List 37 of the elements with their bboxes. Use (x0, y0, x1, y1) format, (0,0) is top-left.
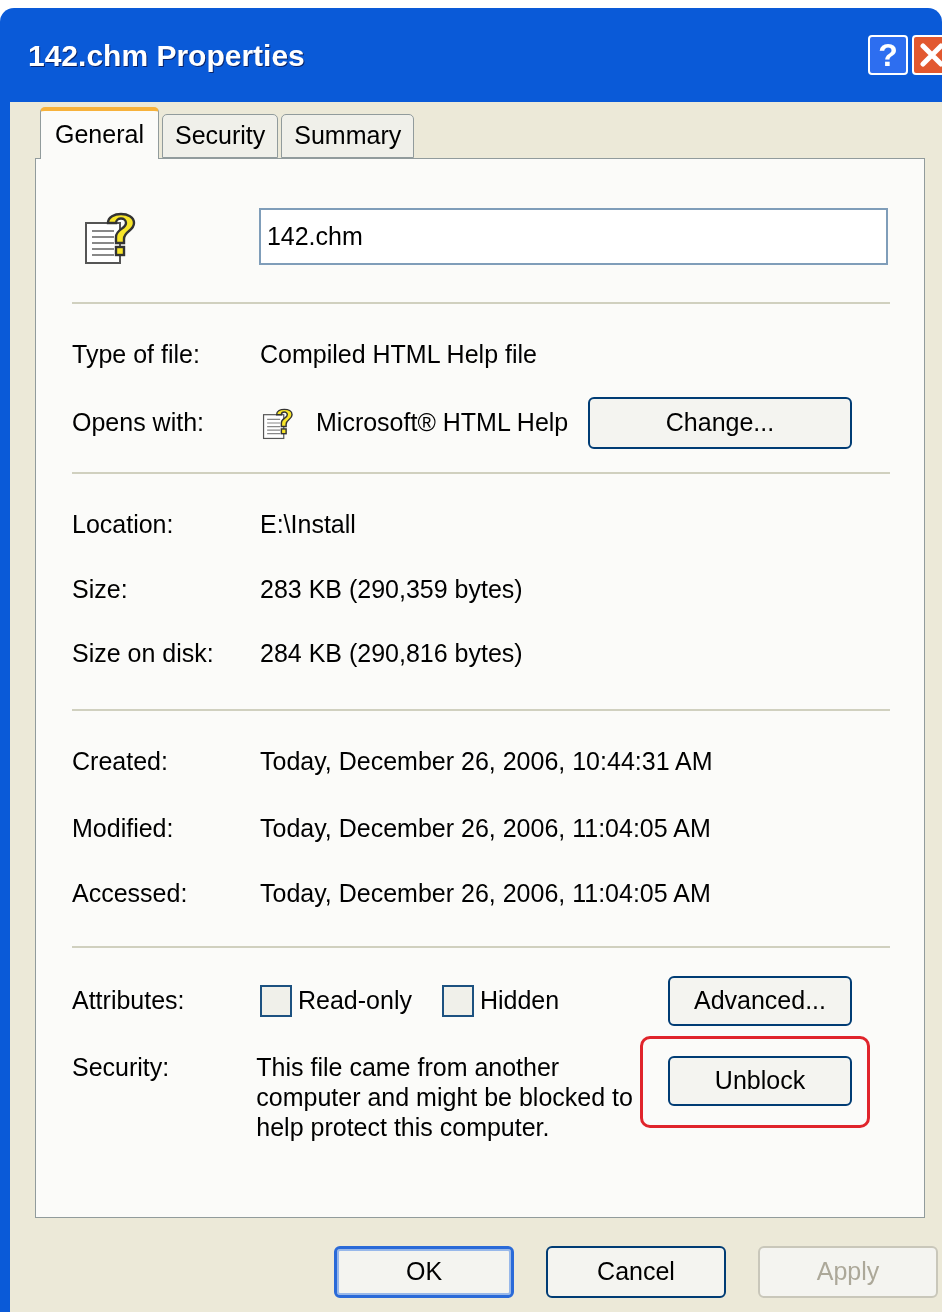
tab[interactable]: Summary (281, 114, 415, 158)
close-icon (919, 42, 942, 68)
field-label: Size on disk: (72, 638, 215, 670)
advanced-button[interactable]: Advanced... (668, 976, 852, 1026)
field-value: Compiled HTML Help file (260, 339, 537, 371)
close-button[interactable] (912, 35, 942, 75)
field-label: Created: (72, 746, 169, 778)
checkbox-label: Hidden (479, 985, 560, 1017)
tab[interactable]: General (40, 107, 159, 159)
checkbox-label: Read-only (298, 985, 412, 1017)
field-label: Modified: (72, 813, 175, 845)
field-value: Microsoft® HTML Help (316, 407, 569, 439)
file-name-field[interactable]: 142.chm (258, 208, 888, 265)
change-button[interactable]: Change... (588, 397, 852, 449)
field-value: 283 KB (290,359 bytes) (260, 574, 523, 606)
field-label: Attributes: (72, 985, 186, 1017)
field-label: Security: (72, 1052, 171, 1082)
field-label: Type of file: (72, 339, 201, 371)
checkbox[interactable] (260, 985, 292, 1017)
field-label: Opens with: (72, 407, 205, 439)
field-label: Size: (72, 574, 129, 606)
field-value: 284 KB (290,816 bytes) (260, 638, 523, 670)
help-button[interactable]: ? (868, 35, 908, 75)
security-message: This file came from another computer and might be blocked to help protect this computer. (256, 1052, 634, 1142)
field-value: Today, December 26, 2006, 11:04:05 AM (260, 813, 711, 845)
tab[interactable]: Security (161, 114, 279, 158)
window-title: 142.chm Properties (28, 37, 305, 74)
field-label: Location: (72, 509, 175, 541)
field-value: Today, December 26, 2006, 11:04:05 AM (260, 878, 711, 910)
dialog-button[interactable]: Cancel (546, 1246, 726, 1298)
field-value: E:\Install (260, 509, 356, 541)
field-value: Today, December 26, 2006, 10:44:31 AM (260, 746, 713, 778)
dialog-button[interactable]: OK (334, 1246, 514, 1298)
checkbox[interactable] (441, 985, 474, 1017)
field-label: Accessed: (72, 878, 189, 910)
file-name-text: 142.chm (266, 220, 363, 252)
unblock-button[interactable]: Unblock (668, 1056, 852, 1106)
